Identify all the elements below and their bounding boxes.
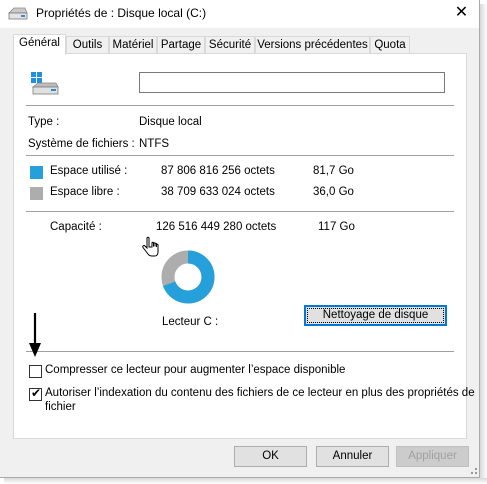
apply-button[interactable]: Appliquer — [396, 446, 469, 467]
tab-tools[interactable]: Outils — [66, 36, 109, 53]
tab-previous-versions[interactable]: Versions précédentes — [255, 36, 370, 53]
drive-name-input[interactable] — [139, 72, 445, 93]
ok-button[interactable]: OK — [234, 446, 307, 467]
local-disk-icon — [30, 72, 60, 99]
used-space-bytes: 87 806 816 256 octets — [161, 165, 275, 177]
separator — [26, 211, 454, 212]
filesystem-value: NTFS — [139, 138, 170, 150]
tab-security[interactable]: Sécurité — [205, 36, 255, 53]
disk-cleanup-label: Nettoyage de disque — [307, 308, 444, 323]
indexing-label-line2[interactable]: fichier — [45, 401, 76, 413]
filesystem-label: Système de fichiers : — [28, 138, 135, 150]
close-button[interactable]: ✕ — [444, 0, 479, 26]
tab-general[interactable]: Général — [13, 34, 66, 55]
resize-grip-icon[interactable] — [466, 463, 478, 478]
title-bar[interactable]: Propriétés de : Disque local (C:) ✕ — [0, 0, 479, 28]
used-space-size: 81,7 Go — [313, 165, 354, 177]
cancel-button[interactable]: Annuler — [316, 446, 389, 467]
drive-letter-label: Lecteur C : — [162, 316, 219, 328]
check-mark-icon: ✔ — [31, 386, 42, 400]
disk-usage-donut — [161, 250, 215, 304]
capacity-label: Capacité : — [50, 221, 102, 233]
window-shadow-bottom — [4, 478, 487, 484]
used-space-swatch — [30, 166, 43, 179]
capacity-size: 117 Go — [318, 221, 355, 233]
tab-hardware[interactable]: Matériel — [109, 36, 157, 53]
compress-label[interactable]: Compresser ce lecteur pour augmenter l’e… — [45, 364, 345, 376]
used-space-label: Espace utilisé : — [50, 165, 128, 177]
general-panel: Type : Disque local Système de fichiers … — [13, 53, 475, 439]
free-space-swatch — [30, 187, 43, 200]
separator — [26, 155, 454, 156]
drive-icon — [8, 7, 28, 24]
window-title: Propriétés de : Disque local (C:) — [36, 6, 207, 20]
type-value: Disque local — [139, 116, 202, 128]
arrow-annotation-icon — [29, 313, 41, 357]
free-space-label: Espace libre : — [50, 186, 120, 198]
disk-cleanup-button[interactable]: Nettoyage de disque — [304, 305, 447, 326]
separator — [26, 351, 454, 352]
capacity-bytes: 126 516 449 280 octets — [156, 221, 277, 233]
separator — [26, 105, 454, 106]
compress-checkbox[interactable] — [29, 365, 42, 378]
hand-cursor-icon — [141, 236, 161, 261]
tab-quota[interactable]: Quota — [370, 36, 410, 53]
tab-sharing[interactable]: Partage — [157, 36, 205, 53]
indexing-label-line1[interactable]: Autoriser l’indexation du contenu des fi… — [45, 387, 475, 399]
properties-dialog: Propriétés de : Disque local (C:) ✕ Géné… — [0, 0, 480, 478]
window-shadow — [480, 4, 487, 482]
free-space-size: 36,0 Go — [313, 186, 354, 198]
indexing-checkbox[interactable]: ✔ — [29, 386, 42, 401]
type-label: Type : — [28, 116, 60, 128]
free-space-bytes: 38 709 633 024 octets — [161, 186, 275, 198]
